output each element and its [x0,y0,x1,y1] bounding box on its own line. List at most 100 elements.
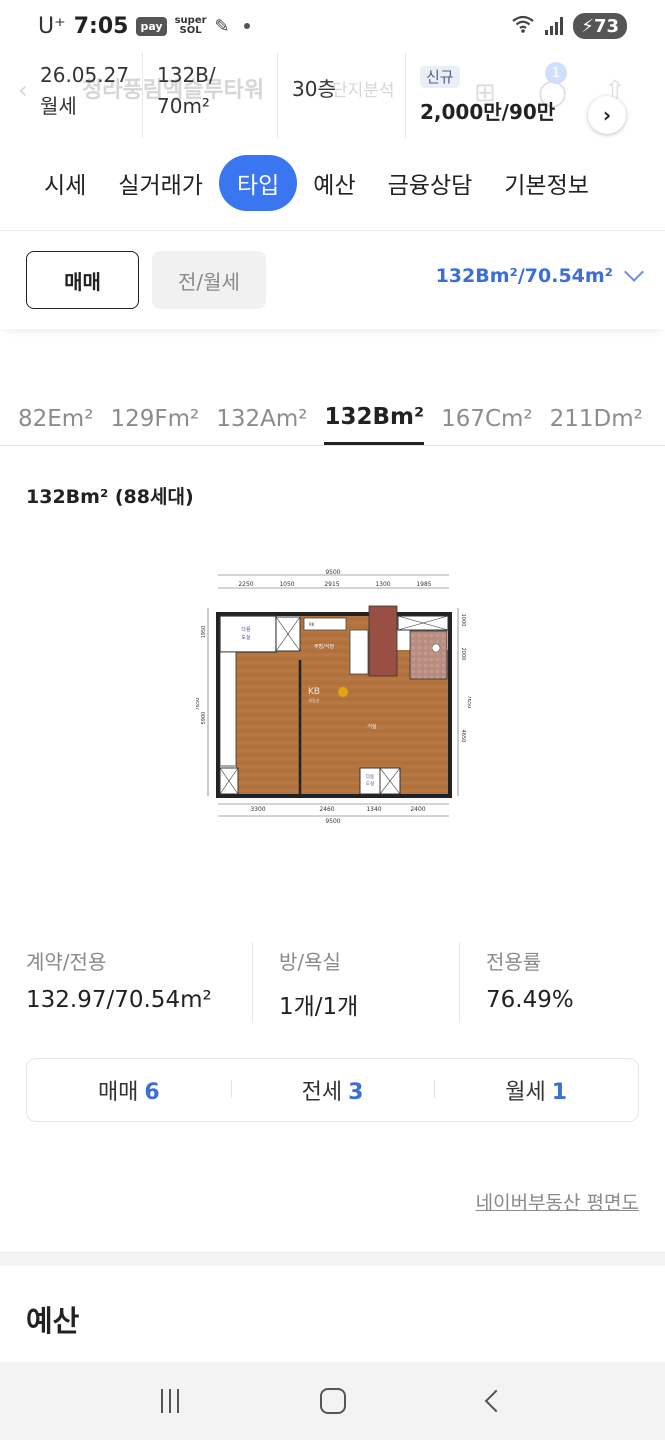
dim-right-3: 7650 [466,696,471,709]
tab-finance-consult[interactable]: 금융상담 [372,155,489,211]
type-title: 132Bm² (88세대) [26,486,194,508]
dim-bottom-0: 3300 [250,806,265,813]
pay-icon: pay [136,16,167,36]
stat-ratio: 전용률 76.49% [460,942,574,1022]
storage-bottom-label-a: 다용 [366,773,374,780]
system-nav-bar [0,1362,665,1440]
budget-section-title: 예산 [26,1304,80,1338]
count-monthly-value: 1 [551,1080,568,1105]
dim-top-total: 9500 [325,569,340,576]
battery-level: 73 [593,15,619,37]
supersol-bottom: SOL [179,25,202,36]
tab-basic-info[interactable]: 기본정보 [488,155,605,211]
count-sale[interactable]: 매매 6 [27,1074,231,1106]
type-tab-82e[interactable]: 82Em² [18,392,93,445]
listing-type-line1: 132B/ [157,63,216,87]
bathroom [409,630,448,680]
area-dropdown-value: 132Bm²/70.54m² [435,265,613,287]
listing-deal-kind: 월세 [40,94,77,118]
storage-room-top [219,615,277,653]
naver-floorplan-link[interactable]: 네이버부동산 평면도 [476,1188,639,1215]
status-right: ⚡ 73 [511,13,627,39]
listing-date: 26.05.27 [40,63,130,87]
kb-watermark-sub: 부동산 [308,697,319,703]
listing-type-cell: 132B/ 70m² [143,52,278,138]
status-left: U⁺ 7:05 pay super SOL ✎ [38,14,250,39]
listing-date-cell: 26.05.27 월세 [0,52,143,138]
type-tab-132a[interactable]: 132Am² [216,392,307,445]
deal-filter-bar: 매매 전/월세 132Bm²/70.54m² [0,231,665,329]
dim-top-3: 1300 [375,581,390,588]
area-dropdown[interactable]: 132Bm²/70.54m² [435,262,644,287]
tab-transactions[interactable]: 실거래가 [102,155,219,211]
signal-icon [545,17,564,35]
listing-info-bar[interactable]: ‹ 청라풍림엑슬루타워 단지분석 ⊞ ◯ ⇧ 1 26.05.27 월세 132… [0,52,665,138]
lease-filter-button[interactable]: 전/월세 [152,251,266,309]
stat-area-value: 132.97/70.54m² [26,987,212,1013]
dim-top-1: 1050 [279,581,294,588]
new-badge: 신규 [420,66,460,88]
listing-cells: 26.05.27 월세 132B/ 70m² 30층 신규 2,000만/90만 [0,52,596,138]
floor-plan-image[interactable]: 9500 2250 1050 2915 1300 1985 다용 도실 주방/식… [196,568,471,826]
type-tab-132b[interactable]: 132Bm² [324,392,425,445]
pencil-icon: ✎ [214,15,230,37]
count-jeonse[interactable]: 전세 3 [230,1074,435,1106]
type-tab-129f[interactable]: 129Fm² [110,392,199,445]
carrier-label: U⁺ [38,13,66,39]
tab-type[interactable]: 타입 [218,155,298,211]
dim-right-2: 4650 [460,730,466,743]
storage-bottom-label-b: 도실 [366,780,374,787]
back-button[interactable] [484,1389,508,1413]
home-button[interactable] [320,1388,347,1414]
stat-area: 계약/전용 132.97/70.54m² [0,942,253,1022]
supersol-icon: super SOL [175,16,207,36]
type-tab-167c[interactable]: 167Cm² [441,392,533,445]
type-stats: 계약/전용 132.97/70.54m² 방/욕실 1개/1개 전용률 76.4… [0,942,665,1022]
dim-bottom-total: 9500 [325,818,340,825]
tab-market-price[interactable]: 시세 [28,155,102,211]
chevron-right-icon: › [602,103,612,127]
dim-bottom-1: 2460 [319,806,334,813]
count-jeonse-value: 3 [348,1080,364,1105]
battery-icon: ⚡ 73 [573,13,627,39]
dim-left-2: 5900 [201,712,207,725]
sale-filter-button[interactable]: 매매 [26,251,139,309]
listing-price: 2,000만/90만 [420,100,556,124]
toilet-icon [431,643,441,653]
stat-ratio-label: 전용률 [486,950,542,974]
tab-budget[interactable]: 예산 [297,155,371,211]
chevron-down-icon [624,262,644,282]
dim-bottom-2: 1340 [366,806,381,813]
count-sale-label: 매매 [97,1080,139,1105]
stat-area-label: 계약/전용 [26,950,107,974]
storage-label-b: 도실 [241,634,251,641]
listing-floor: 30층 [292,77,336,101]
listing-counts: 매매 6 전세 3 월세 1 [26,1058,639,1122]
dim-right-1: 2000 [460,648,466,661]
brick-column [368,605,398,677]
dim-top-2: 2915 [324,581,339,588]
kitchen-island [349,629,369,675]
clock: 7:05 [73,13,129,39]
dim-left-0: 1950 [201,626,207,639]
count-monthly[interactable]: 월세 1 [434,1074,638,1106]
dim-top-4: 1985 [416,581,431,588]
kb-watermark: KB [308,687,320,697]
next-listing-button[interactable]: › [588,96,626,134]
type-tab-211d[interactable]: 211Dm² [550,392,643,445]
main-tabs: 시세 실거래가 타입 예산 금융상담 기본정보 [0,150,665,216]
listing-floor-cell: 30층 [278,52,406,138]
recent-apps-button[interactable] [160,1389,179,1413]
listing-type-line2: 70m² [157,94,210,118]
storage-label-a: 다용 [241,626,251,633]
kitchen-label: 주방/식당 [314,643,334,650]
notification-dot-icon [243,23,250,29]
kb-star-icon [338,687,348,697]
count-sale-value: 6 [144,1080,160,1105]
wifi-icon [511,14,535,39]
storage-room-bottom [359,767,381,795]
status-bar: U⁺ 7:05 pay super SOL ✎ ⚡ 73 [0,0,665,52]
stat-rooms: 방/욕실 1개/1개 [253,942,460,1022]
living-label: 거실 [367,723,377,730]
count-monthly-label: 월세 [505,1080,546,1105]
